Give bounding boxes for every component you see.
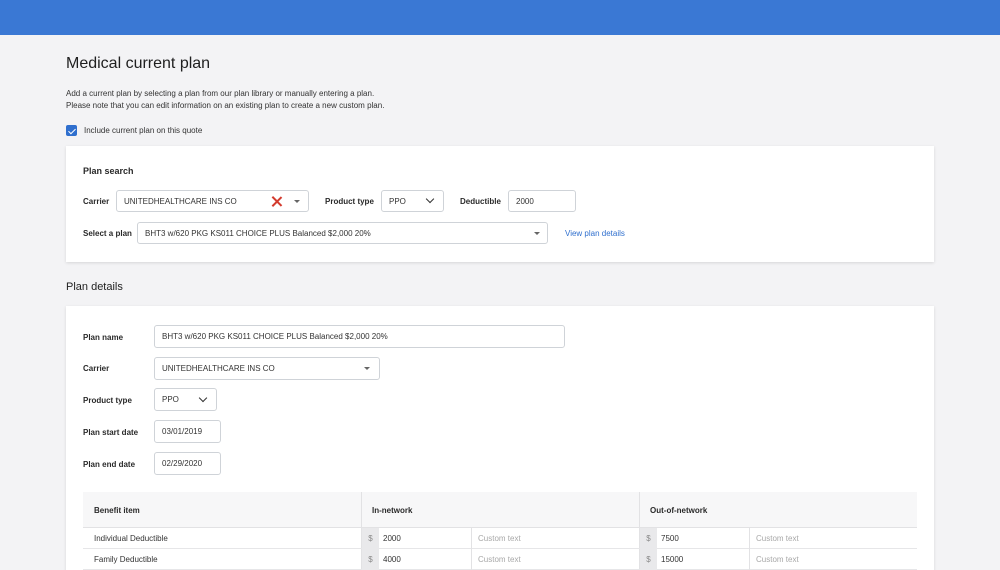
- plan-name-input[interactable]: BHT3 w/620 PKG KS011 CHOICE PLUS Balance…: [154, 325, 565, 348]
- product-type-select[interactable]: PPO: [381, 190, 444, 212]
- clear-x-icon[interactable]: [271, 196, 282, 207]
- chevron-down-icon: [425, 194, 435, 204]
- cell-divider: [471, 549, 472, 570]
- caret-down-icon: [364, 367, 370, 370]
- currency-prefix: $: [362, 549, 379, 570]
- cell-divider: [749, 528, 750, 549]
- currency-prefix: $: [640, 528, 657, 549]
- caret-down-icon: [534, 232, 540, 235]
- page-description: Add a current plan by selecting a plan f…: [66, 88, 384, 112]
- plan-start-date-label: Plan start date: [83, 428, 139, 437]
- benefit-item-cell: Family Deductible: [94, 555, 158, 564]
- plan-start-date-value: 03/01/2019: [162, 427, 203, 436]
- plan-start-date-input[interactable]: 03/01/2019: [154, 420, 221, 443]
- carrier-select-value: UNITEDHEALTHCARE INS CO: [124, 196, 237, 206]
- header-in-network: In-network: [372, 505, 413, 515]
- currency-prefix: $: [362, 528, 379, 549]
- plan-search-card: Plan search Carrier UNITEDHEALTHCARE INS…: [66, 146, 934, 262]
- plan-details-card: Plan name BHT3 w/620 PKG KS011 CHOICE PL…: [66, 306, 934, 570]
- out-network-value-input[interactable]: 7500: [661, 528, 749, 549]
- deductible-value: 2000: [516, 196, 534, 206]
- include-plan-label: Include current plan on this quote: [84, 126, 203, 135]
- table-row: Family Deductible $ 4000 Custom text $ 1…: [83, 549, 917, 570]
- details-product-type-select[interactable]: PPO: [154, 388, 217, 411]
- header-benefit-item: Benefit item: [94, 505, 140, 515]
- details-carrier-label: Carrier: [83, 364, 110, 373]
- page-title: Medical current plan: [66, 55, 211, 72]
- details-carrier-value: UNITEDHEALTHCARE INS CO: [162, 364, 275, 373]
- in-network-value-input[interactable]: 4000: [383, 549, 471, 570]
- benefits-table-header: Benefit item In-network Out-of-network: [83, 492, 917, 528]
- out-network-custom-text[interactable]: Custom text: [756, 549, 799, 570]
- plan-details-title: Plan details: [66, 281, 123, 293]
- cell-divider: [471, 528, 472, 549]
- details-product-type-label: Product type: [83, 396, 132, 405]
- top-header-bar: [0, 0, 1000, 35]
- description-line-1: Add a current plan by selecting a plan f…: [66, 89, 375, 98]
- carrier-select[interactable]: UNITEDHEALTHCARE INS CO: [116, 190, 309, 212]
- include-current-plan-row[interactable]: Include current plan on this quote: [66, 125, 202, 136]
- product-type-label: Product type: [325, 197, 374, 206]
- plan-name-value: BHT3 w/620 PKG KS011 CHOICE PLUS Balance…: [162, 332, 388, 341]
- cell-divider: [749, 549, 750, 570]
- view-plan-details-link[interactable]: View plan details: [565, 229, 625, 238]
- out-network-custom-text[interactable]: Custom text: [756, 528, 799, 549]
- select-plan-dropdown[interactable]: BHT3 w/620 PKG KS011 CHOICE PLUS Balance…: [137, 222, 548, 244]
- details-product-type-value: PPO: [162, 395, 179, 404]
- currency-prefix: $: [640, 549, 657, 570]
- chevron-down-icon: [198, 393, 208, 403]
- out-network-value-input[interactable]: 15000: [661, 549, 749, 570]
- deductible-label: Deductible: [460, 197, 501, 206]
- select-plan-label: Select a plan: [83, 229, 132, 238]
- in-network-custom-text[interactable]: Custom text: [478, 549, 521, 570]
- details-carrier-select[interactable]: UNITEDHEALTHCARE INS CO: [154, 357, 380, 380]
- plan-end-date-input[interactable]: 02/29/2020: [154, 452, 221, 475]
- include-plan-checkbox-icon[interactable]: [66, 125, 77, 136]
- plan-end-date-label: Plan end date: [83, 460, 136, 469]
- plan-search-title: Plan search: [83, 166, 134, 176]
- plan-name-label: Plan name: [83, 333, 124, 342]
- table-row: Individual Deductible $ 2000 Custom text…: [83, 528, 917, 549]
- plan-end-date-value: 02/29/2020: [162, 459, 203, 468]
- header-out-of-network: Out-of-network: [650, 505, 708, 515]
- deductible-input[interactable]: 2000: [508, 190, 576, 212]
- in-network-custom-text[interactable]: Custom text: [478, 528, 521, 549]
- select-plan-value: BHT3 w/620 PKG KS011 CHOICE PLUS Balance…: [145, 228, 371, 238]
- in-network-value-input[interactable]: 2000: [383, 528, 471, 549]
- benefit-item-cell: Individual Deductible: [94, 534, 168, 543]
- carrier-label: Carrier: [83, 197, 110, 206]
- product-type-value: PPO: [389, 196, 406, 206]
- caret-down-icon: [294, 200, 300, 203]
- description-line-2: Please note that you can edit informatio…: [66, 101, 385, 110]
